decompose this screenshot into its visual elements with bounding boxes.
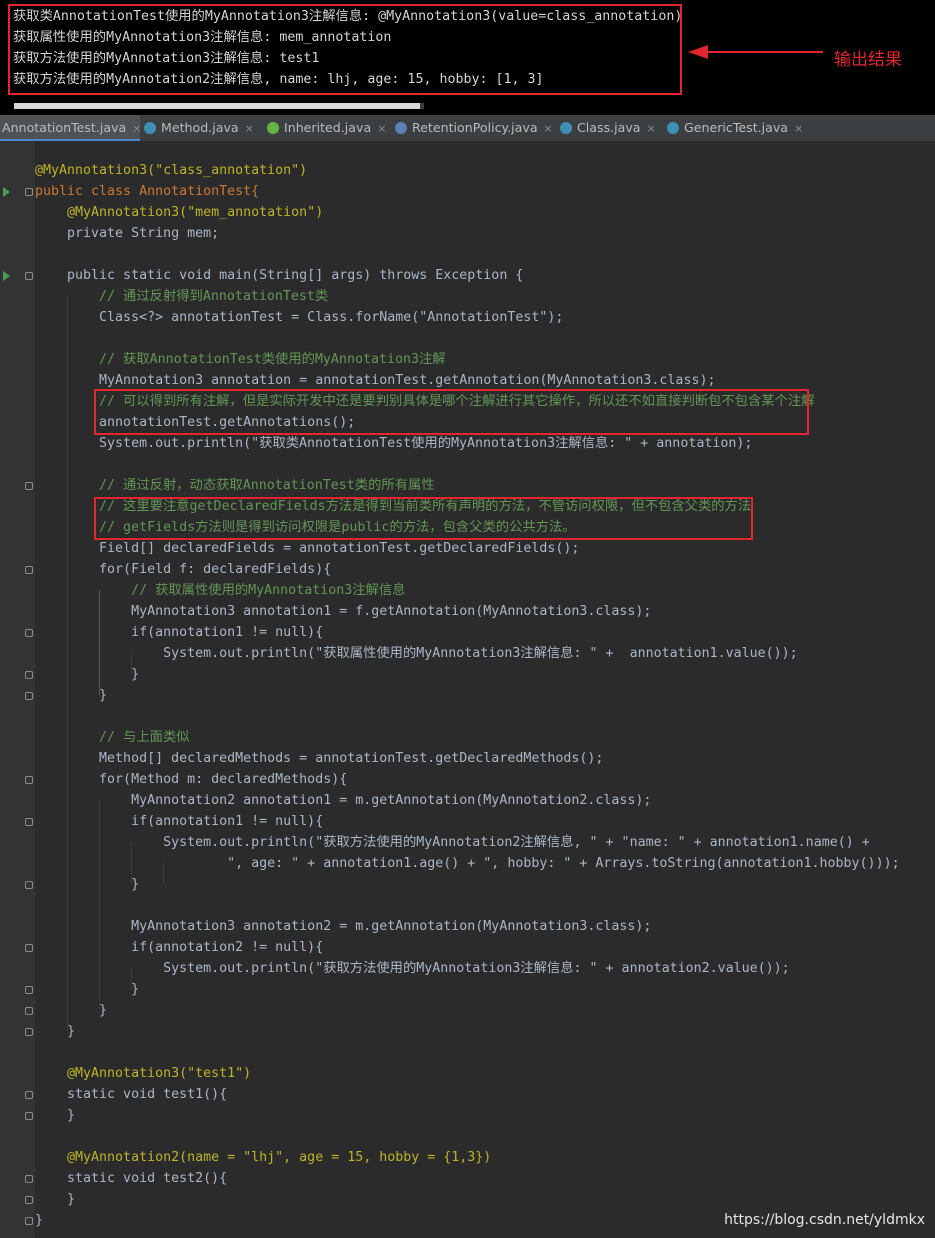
- code-line[interactable]: MyAnnotation3 annotation1 = f.getAnnotat…: [35, 601, 651, 622]
- code-line[interactable]: @MyAnnotation3("test1"): [35, 1063, 251, 1084]
- code-line[interactable]: // 通过反射，动态获取AnnotationTest类的所有属性: [35, 475, 435, 496]
- close-icon[interactable]: ×: [377, 122, 386, 135]
- class-icon: [144, 122, 156, 134]
- fold-icon[interactable]: [25, 1217, 33, 1225]
- close-icon[interactable]: ×: [132, 122, 141, 135]
- code-line[interactable]: System.out.println("获取类AnnotationTest使用的…: [35, 433, 752, 454]
- code-line[interactable]: Method[] declaredMethods = annotationTes…: [35, 748, 603, 769]
- fold-icon[interactable]: [25, 692, 33, 700]
- code-line[interactable]: @MyAnnotation2(name = "lhj", age = 15, h…: [35, 1147, 491, 1168]
- tab-label: Inherited.java: [284, 120, 372, 135]
- code-line[interactable]: }: [35, 685, 107, 706]
- code-line[interactable]: for(Method m: declaredMethods){: [35, 769, 347, 790]
- code-line[interactable]: }: [35, 1105, 75, 1126]
- code-line[interactable]: ", age: " + annotation1.age() + ", hobby…: [35, 853, 899, 874]
- close-icon[interactable]: ×: [544, 122, 553, 135]
- output-highlight-box: [8, 4, 682, 95]
- fold-icon[interactable]: [25, 188, 33, 196]
- code-line[interactable]: if(annotation2 != null){: [35, 937, 323, 958]
- code-line[interactable]: }: [35, 1189, 75, 1210]
- tab-annotationtest[interactable]: AnnotationTest.java ×: [0, 115, 141, 141]
- fold-icon[interactable]: [25, 1112, 33, 1120]
- annotation-icon: [267, 122, 279, 134]
- fold-icon[interactable]: [25, 881, 33, 889]
- code-line[interactable]: for(Field f: declaredFields){: [35, 559, 331, 580]
- code-line[interactable]: // 获取属性使用的MyAnnotation3注解信息: [35, 580, 405, 601]
- run-icon[interactable]: [3, 187, 10, 197]
- fold-icon[interactable]: [25, 818, 33, 826]
- tab-label: Method.java: [161, 120, 239, 135]
- code-line[interactable]: @MyAnnotation3("mem_annotation"): [35, 202, 323, 223]
- code-line[interactable]: MyAnnotation2 annotation1 = m.getAnnotat…: [35, 790, 651, 811]
- code-line[interactable]: public static void main(String[] args) t…: [35, 265, 523, 286]
- tab-inherited[interactable]: Inherited.java ×: [267, 115, 386, 141]
- code-line[interactable]: // 通过反射得到AnnotationTest类: [35, 286, 328, 307]
- code-line[interactable]: Class<?> annotationTest = Class.forName(…: [35, 307, 563, 328]
- code-line[interactable]: System.out.println("获取方法使用的MyAnnotation3…: [35, 958, 790, 979]
- fold-icon[interactable]: [25, 944, 33, 952]
- fold-icon[interactable]: [25, 272, 33, 280]
- fold-icon[interactable]: [25, 1196, 33, 1204]
- fold-icon[interactable]: [25, 1007, 33, 1015]
- fold-icon[interactable]: [25, 986, 33, 994]
- class-icon: [560, 122, 572, 134]
- scrollbar-thumb[interactable]: [14, 103, 420, 109]
- tab-retentionpolicy[interactable]: RetentionPolicy.java ×: [395, 115, 553, 141]
- code-line[interactable]: Field[] declaredFields = annotationTest.…: [35, 538, 579, 559]
- close-icon[interactable]: ×: [647, 122, 656, 135]
- code-line: public class AnnotationTest{: [35, 184, 260, 199]
- getdeclaredfields-note-highlight-box: [94, 497, 753, 540]
- fold-icon[interactable]: [25, 482, 33, 490]
- fold-icon[interactable]: [25, 566, 33, 574]
- output-annotation-label: 输出结果: [834, 50, 902, 70]
- watermark: https://blog.csdn.net/yldmkx: [724, 1212, 925, 1228]
- code-editor[interactable]: @MyAnnotation3("class_annotation") publi…: [0, 141, 935, 1238]
- console-horizontal-scrollbar[interactable]: [14, 103, 424, 109]
- tab-method[interactable]: Method.java ×: [144, 115, 254, 141]
- fold-icon[interactable]: [25, 776, 33, 784]
- tab-class[interactable]: Class.java ×: [560, 115, 656, 141]
- code-line[interactable]: }: [35, 1210, 43, 1231]
- tab-label: Class.java: [577, 120, 641, 135]
- close-icon[interactable]: ×: [794, 122, 803, 135]
- code-line[interactable]: if(annotation1 != null){: [35, 811, 323, 832]
- close-icon[interactable]: ×: [245, 122, 254, 135]
- code-line[interactable]: static void test1(){: [35, 1084, 227, 1105]
- run-icon[interactable]: [3, 271, 10, 281]
- code-line[interactable]: }: [35, 664, 139, 685]
- code-line[interactable]: System.out.println("获取方法使用的MyAnnotation2…: [35, 832, 870, 853]
- fold-icon[interactable]: [25, 1028, 33, 1036]
- fold-icon[interactable]: [25, 629, 33, 637]
- code-line[interactable]: MyAnnotation3 annotation = annotationTes…: [35, 370, 715, 391]
- code-line[interactable]: }: [35, 1021, 75, 1042]
- code-line[interactable]: public class AnnotationTest{: [35, 181, 259, 202]
- code-line[interactable]: MyAnnotation3 annotation2 = m.getAnnotat…: [35, 916, 651, 937]
- fold-icon[interactable]: [25, 1091, 33, 1099]
- fold-icon[interactable]: [25, 671, 33, 679]
- console-output-panel: 获取类AnnotationTest使用的MyAnnotation3注解信息: @…: [0, 0, 935, 115]
- code-line[interactable]: static void test2(){: [35, 1168, 227, 1189]
- tab-label: GenericTest.java: [684, 120, 789, 135]
- code-line[interactable]: private String mem;: [35, 223, 219, 244]
- fold-icon[interactable]: [25, 1175, 33, 1183]
- code-line[interactable]: System.out.println("获取属性使用的MyAnnotation3…: [35, 643, 798, 664]
- editor-tab-bar: AnnotationTest.java × Method.java × Inheri…: [0, 115, 935, 142]
- editor-gutter: [0, 141, 35, 1238]
- class-icon: [667, 122, 679, 134]
- code-line[interactable]: if(annotation1 != null){: [35, 622, 323, 643]
- enum-icon: [395, 122, 407, 134]
- code-line[interactable]: }: [35, 979, 139, 1000]
- code-line[interactable]: }: [35, 874, 139, 895]
- code-line[interactable]: // 获取AnnotationTest类使用的MyAnnotation3注解: [35, 349, 446, 370]
- getannotations-highlight-box: [94, 389, 809, 435]
- code-line[interactable]: // 与上面类似: [35, 727, 190, 748]
- tab-label: AnnotationTest.java: [2, 120, 127, 135]
- tab-label: RetentionPolicy.java: [412, 120, 538, 135]
- tab-generictest[interactable]: GenericTest.java ×: [667, 115, 803, 141]
- left-arrow-icon: [688, 45, 823, 59]
- code-line[interactable]: @MyAnnotation3("class_annotation"): [35, 160, 307, 181]
- code-line[interactable]: }: [35, 1000, 107, 1021]
